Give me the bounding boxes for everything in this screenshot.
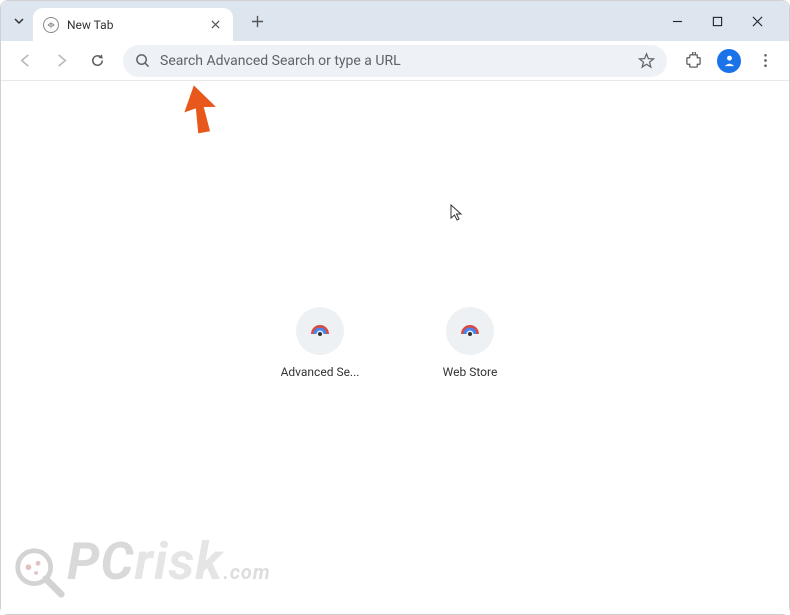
- profile-button[interactable]: [717, 49, 741, 73]
- close-tab-button[interactable]: [207, 17, 223, 33]
- watermark-pc: PC: [67, 531, 135, 592]
- shortcut-label: Web Store: [443, 365, 498, 379]
- shortcut-advanced-search[interactable]: Advanced Se...: [275, 307, 365, 379]
- watermark: PCrisk.com: [11, 531, 271, 606]
- menu-button[interactable]: [749, 45, 781, 77]
- shortcut-icon: [296, 307, 344, 355]
- shortcut-web-store[interactable]: Web Store: [425, 307, 515, 379]
- page-content: Advanced Se... Web Store PC: [1, 81, 789, 614]
- browser-tab[interactable]: New Tab: [33, 8, 233, 41]
- reload-button[interactable]: [81, 45, 113, 77]
- back-button[interactable]: [9, 45, 41, 77]
- cursor-icon: [450, 204, 464, 226]
- globe-icon: [43, 17, 59, 33]
- address-bar[interactable]: Search Advanced Search or type a URL: [123, 45, 667, 77]
- minimize-button[interactable]: [665, 9, 689, 33]
- bookmark-star-icon[interactable]: [638, 52, 655, 69]
- new-tab-button[interactable]: [243, 7, 271, 35]
- toolbar: Search Advanced Search or type a URL: [1, 41, 789, 81]
- search-icon: [135, 53, 150, 68]
- search-tabs-button[interactable]: [5, 8, 33, 35]
- watermark-risk: risk: [135, 531, 224, 592]
- watermark-com: .com: [223, 560, 271, 584]
- window-controls: [665, 9, 785, 33]
- forward-button[interactable]: [45, 45, 77, 77]
- title-bar: New Tab: [1, 1, 789, 41]
- maximize-button[interactable]: [705, 9, 729, 33]
- annotation-arrow-icon: [176, 83, 221, 142]
- address-bar-placeholder: Search Advanced Search or type a URL: [160, 53, 638, 69]
- shortcut-icon: [446, 307, 494, 355]
- close-window-button[interactable]: [745, 9, 769, 33]
- tab-title: New Tab: [67, 18, 207, 32]
- extensions-button[interactable]: [677, 45, 709, 77]
- shortcut-label: Advanced Se...: [281, 365, 360, 379]
- shortcuts-grid: Advanced Se... Web Store: [275, 307, 515, 379]
